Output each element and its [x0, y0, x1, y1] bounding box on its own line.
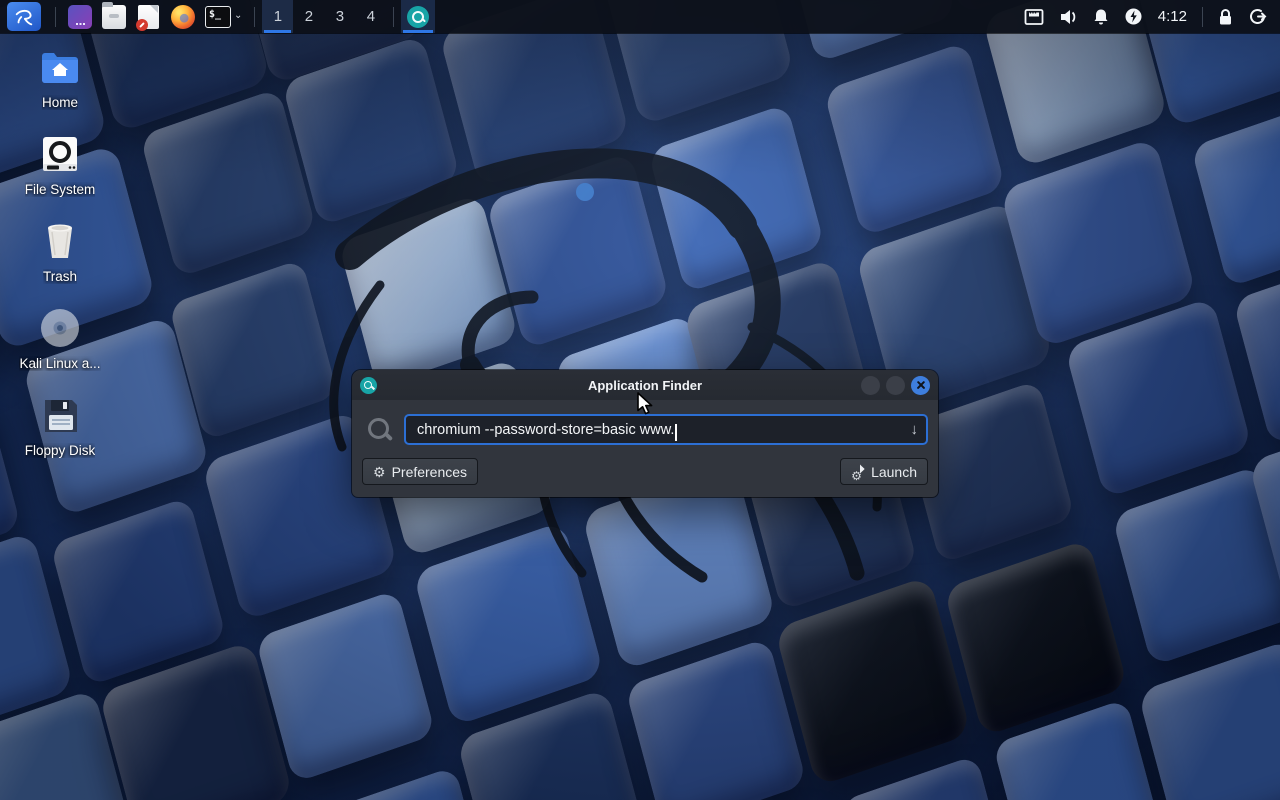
cdrom-icon [39, 307, 81, 349]
active-indicator [264, 30, 291, 33]
top-panel: $_ ⌄ 1 2 3 4 [0, 0, 1280, 33]
logout-icon [1248, 7, 1267, 26]
taskbar-application-finder[interactable] [401, 0, 435, 33]
launch-icon: ⚙ [851, 465, 865, 479]
workspace-1[interactable]: 1 [262, 0, 293, 33]
close-button[interactable] [911, 376, 930, 395]
panel-separator [254, 7, 255, 27]
chevron-down-icon: ⌄ [234, 10, 242, 21]
desktop-icon-trash[interactable]: Trash [8, 220, 112, 284]
file-manager-icon [102, 5, 126, 29]
terminal-icon: $_ [205, 6, 231, 28]
launcher-terminal-dropdown[interactable]: $_ ⌄ [200, 0, 247, 33]
trash-icon [39, 220, 81, 262]
application-finder-window: Application Finder chromium --password-s… [352, 370, 938, 497]
window-icon-application-finder [360, 377, 377, 394]
desktop-icon-column: Home File System Trash Kali Linux a... [8, 48, 112, 458]
preferences-button[interactable]: ⚙ Preferences [362, 458, 478, 485]
panel-separator [1202, 7, 1203, 27]
applications-menu-button[interactable] [0, 0, 48, 33]
launcher-file-manager[interactable] [97, 0, 131, 33]
application-finder-icon [407, 6, 429, 28]
lock-screen-button[interactable] [1210, 0, 1241, 33]
notifications-tray-icon[interactable] [1085, 0, 1117, 33]
kali-logo-icon [13, 6, 35, 28]
workspace-2[interactable]: 2 [293, 0, 324, 33]
home-folder-icon [38, 48, 82, 88]
logout-button[interactable] [1241, 0, 1274, 33]
dropdown-arrow-icon[interactable]: ↓ [911, 421, 919, 438]
firefox-icon [171, 5, 195, 29]
network-tray-icon[interactable] [1017, 0, 1051, 33]
mouse-cursor [636, 392, 657, 421]
text-editor-icon [138, 5, 159, 29]
hard-disk-icon [39, 133, 81, 175]
panel-separator [393, 7, 394, 27]
launch-label: Launch [871, 464, 917, 480]
desktop-icon-file-system[interactable]: File System [8, 133, 112, 197]
clock[interactable]: 4:12 [1150, 8, 1195, 25]
gear-icon: ⚙ [373, 465, 386, 479]
window-title: Application Finder [352, 378, 938, 393]
volume-tray-icon[interactable] [1051, 0, 1085, 33]
search-input[interactable]: chromium --password-store=basic www. ↓ [404, 414, 928, 445]
search-query-text: chromium --password-store=basic www. [417, 422, 674, 438]
panel-separator [55, 7, 56, 27]
desktop-icon-floppy[interactable]: Floppy Disk [8, 394, 112, 458]
speaker-icon [1058, 8, 1078, 26]
minimize-button[interactable] [861, 376, 880, 395]
launcher-terminal-window[interactable] [63, 0, 97, 33]
lock-icon [1217, 8, 1234, 26]
preferences-label: Preferences [392, 464, 467, 480]
launch-button[interactable]: ⚙ Launch [840, 458, 928, 485]
search-icon [366, 416, 394, 444]
floppy-disk-icon [39, 394, 81, 436]
bell-icon [1092, 8, 1110, 26]
launcher-text-editor[interactable] [131, 0, 166, 33]
terminal-window-icon [68, 5, 92, 29]
ethernet-icon [1024, 8, 1044, 26]
maximize-button[interactable] [886, 376, 905, 395]
pencil-badge-icon [136, 19, 148, 31]
workspace-3[interactable]: 3 [324, 0, 355, 33]
battery-power-icon [1124, 7, 1143, 26]
workspace-4[interactable]: 4 [355, 0, 386, 33]
text-caret [675, 424, 677, 441]
active-indicator [403, 30, 433, 33]
power-manager-tray-icon[interactable] [1117, 0, 1150, 33]
launcher-firefox[interactable] [166, 0, 200, 33]
desktop-icon-kali-cd[interactable]: Kali Linux a... [8, 307, 112, 371]
desktop-icon-home[interactable]: Home [8, 48, 112, 110]
